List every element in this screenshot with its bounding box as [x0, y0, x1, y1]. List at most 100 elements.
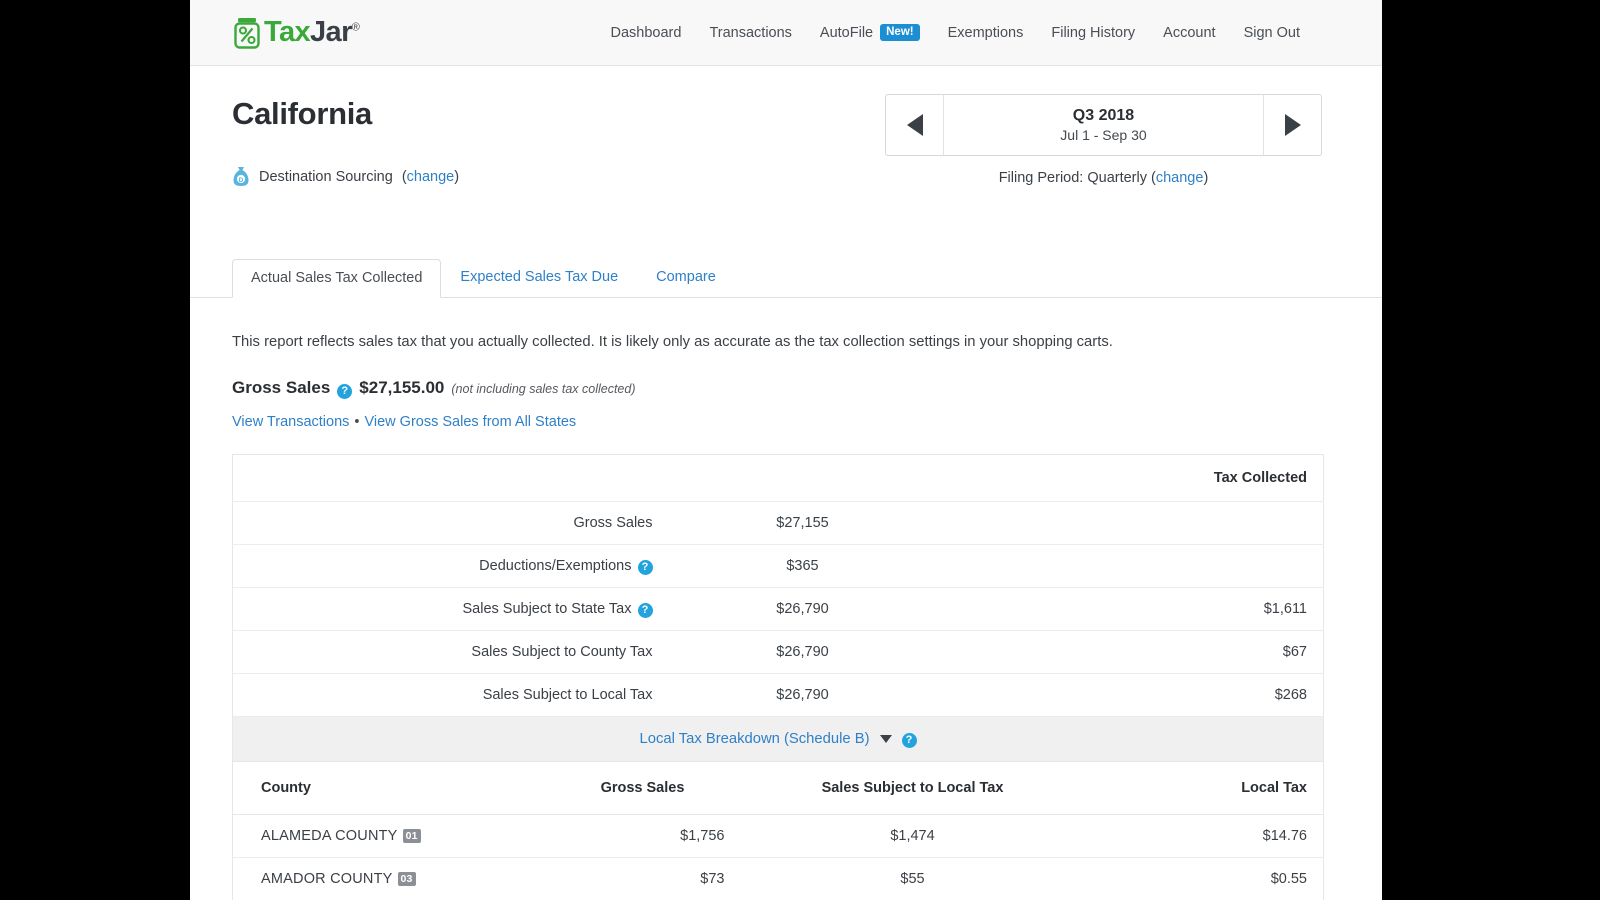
summary-row-label: Deductions/Exemptions?	[233, 545, 653, 588]
report-tabs: Actual Sales Tax Collected Expected Sale…	[190, 256, 1382, 298]
county-gross-sales: $73	[533, 857, 753, 900]
view-transactions-link[interactable]: View Transactions	[232, 414, 349, 430]
summary-row-amount: $27,155	[653, 502, 953, 545]
nav-item-filing-history[interactable]: Filing History	[1051, 25, 1135, 41]
tab-compare[interactable]: Compare	[637, 258, 735, 298]
period-selector: Q3 2018 Jul 1 - Sep 30 Filing Period: Qu…	[885, 94, 1322, 186]
arrow-right-icon	[1285, 114, 1301, 136]
table-row: AMADOR COUNTY03 $73 $55 $0.55	[233, 857, 1324, 900]
view-gross-sales-all-states-link[interactable]: View Gross Sales from All States	[364, 414, 576, 430]
tax-summary-table: Tax Collected Gross Sales $27,155 Deduct…	[232, 454, 1324, 717]
nav-item-autofile-label: AutoFile	[820, 25, 873, 41]
summary-header-row: Tax Collected	[233, 455, 1324, 502]
summary-row-tax: $268	[953, 674, 1324, 717]
help-icon[interactable]: ?	[638, 560, 653, 575]
help-icon[interactable]: ?	[638, 603, 653, 618]
taxjar-jar-icon	[232, 17, 262, 49]
county-name-cell: ALAMEDA COUNTY 01	[233, 814, 533, 857]
summary-header-tax-collected: Tax Collected	[953, 455, 1324, 502]
top-navigation-bar: TaxJar® Dashboard Transactions AutoFile …	[190, 0, 1382, 66]
local-tax-breakdown-link[interactable]: Local Tax Breakdown (Schedule B)	[639, 731, 869, 747]
county-sales-subject-local-tax: $1,474	[753, 814, 1073, 857]
table-row: Gross Sales $27,155	[233, 502, 1324, 545]
nav-item-sign-out[interactable]: Sign Out	[1244, 25, 1300, 41]
filing-period-text: Filing Period: Quarterly	[999, 170, 1151, 186]
paren-close: )	[454, 169, 459, 185]
county-column-header-gross-sales: Gross Sales	[533, 762, 753, 814]
local-tax-breakdown-bar[interactable]: Local Tax Breakdown (Schedule B) ?	[232, 717, 1324, 762]
summary-row-amount: $26,790	[653, 631, 953, 674]
logo-word-tax: Tax	[264, 16, 310, 48]
period-date-range: Jul 1 - Sep 30	[1060, 127, 1146, 143]
help-icon[interactable]: ?	[337, 384, 352, 399]
logo-wordmark: TaxJar®	[264, 18, 359, 47]
county-name: AMADOR COUNTY	[261, 871, 393, 887]
taxjar-logo[interactable]: TaxJar®	[232, 17, 359, 49]
summary-row-amount: $26,790	[653, 674, 953, 717]
nav-item-account[interactable]: Account	[1163, 25, 1215, 41]
county-gross-sales: $1,756	[533, 814, 753, 857]
svg-text:D: D	[239, 177, 244, 184]
gross-sales-label: Gross Sales	[232, 378, 330, 398]
filing-period-change-link[interactable]: change	[1156, 170, 1204, 186]
summary-row-label-text: Deductions/Exemptions	[479, 558, 631, 574]
help-icon[interactable]: ?	[902, 733, 917, 748]
county-name-cell: AMADOR COUNTY 03	[233, 857, 533, 900]
table-row: Sales Subject to State Tax? $26,790 $1,6…	[233, 588, 1324, 631]
tab-expected-sales-tax-due[interactable]: Expected Sales Tax Due	[441, 258, 637, 298]
sourcing-change-link[interactable]: change	[407, 169, 455, 185]
registered-mark: ®	[352, 21, 360, 33]
sourcing-label: Destination Sourcing	[259, 169, 393, 185]
money-bag-destination-icon: D	[232, 166, 250, 187]
table-row: Deductions/Exemptions? $365	[233, 545, 1324, 588]
summary-table-head: Tax Collected	[233, 455, 1324, 502]
report-content: This report reflects sales tax that you …	[190, 334, 1382, 900]
filing-paren-close: )	[1203, 170, 1208, 186]
filing-period-line: Filing Period: Quarterly (change)	[885, 170, 1322, 186]
summary-row-label-text: Gross Sales	[574, 515, 653, 531]
county-table-head: County Gross Sales Sales Subject to Loca…	[233, 762, 1324, 814]
gross-sales-summary: Gross Sales ? $27,155.00 (not including …	[232, 378, 1340, 398]
next-period-button[interactable]	[1263, 95, 1321, 155]
main-nav: Dashboard Transactions AutoFile New! Exe…	[611, 24, 1340, 42]
summary-row-label: Gross Sales	[233, 502, 653, 545]
summary-table-body: Gross Sales $27,155 Deductions/Exemption…	[233, 502, 1324, 717]
period-display[interactable]: Q3 2018 Jul 1 - Sep 30	[944, 95, 1263, 155]
report-links: View Transactions•View Gross Sales from …	[232, 414, 1340, 430]
table-row: ALAMEDA COUNTY 01 $1,756 $1,474 $14.76	[233, 814, 1324, 857]
sourcing-change-wrap: (change)	[402, 169, 459, 185]
summary-row-amount: $26,790	[653, 588, 953, 631]
county-column-header-local-tax: Local Tax	[1073, 762, 1324, 814]
link-separator: •	[349, 414, 364, 430]
county-column-header-county: County	[233, 762, 533, 814]
gross-sales-amount: $27,155.00	[359, 378, 444, 398]
period-box: Q3 2018 Jul 1 - Sep 30	[885, 94, 1322, 156]
nav-item-autofile[interactable]: AutoFile New!	[820, 24, 920, 42]
previous-period-button[interactable]	[886, 95, 944, 155]
gross-sales-note: (not including sales tax collected)	[451, 382, 635, 396]
county-table-body: ALAMEDA COUNTY 01 $1,756 $1,474 $14.76 AM…	[233, 814, 1324, 900]
summary-header-amount	[653, 455, 953, 502]
summary-row-tax	[953, 502, 1324, 545]
county-code-badge: 03	[398, 872, 416, 886]
county-code-badge: 01	[403, 829, 421, 843]
page-header-section: California D Destination Sourcing (chang…	[190, 66, 1382, 256]
summary-row-label-text: Sales Subject to County Tax	[471, 644, 652, 660]
summary-row-tax	[953, 545, 1324, 588]
summary-row-label: Sales Subject to State Tax?	[233, 588, 653, 631]
summary-row-label: Sales Subject to County Tax	[233, 631, 653, 674]
nav-item-dashboard[interactable]: Dashboard	[611, 25, 682, 41]
summary-row-label-text: Sales Subject to Local Tax	[483, 687, 653, 703]
summary-row-tax: $1,611	[953, 588, 1324, 631]
report-description: This report reflects sales tax that you …	[232, 334, 1340, 350]
new-badge: New!	[880, 24, 919, 42]
county-sales-subject-local-tax: $55	[753, 857, 1073, 900]
county-local-tax: $14.76	[1073, 814, 1324, 857]
summary-header-blank	[233, 455, 653, 502]
chevron-down-icon[interactable]	[880, 735, 892, 743]
nav-item-exemptions[interactable]: Exemptions	[948, 25, 1024, 41]
tab-actual-sales-tax-collected[interactable]: Actual Sales Tax Collected	[232, 259, 441, 299]
nav-item-transactions[interactable]: Transactions	[709, 25, 791, 41]
summary-row-tax: $67	[953, 631, 1324, 674]
county-name: ALAMEDA COUNTY	[261, 828, 398, 844]
